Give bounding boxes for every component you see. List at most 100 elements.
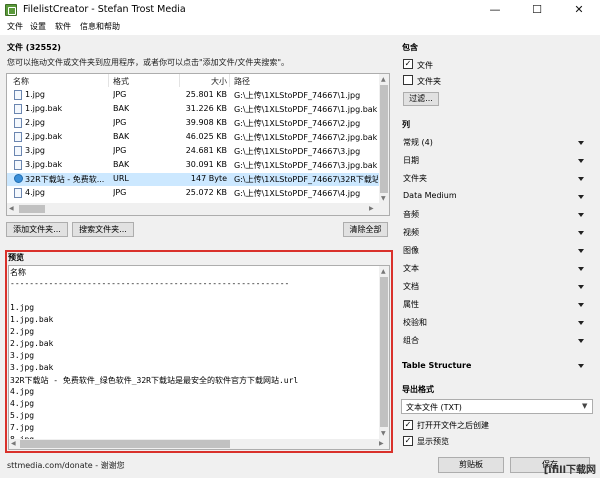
- preview-vertical-scrollbar[interactable]: ▲ ▼: [379, 266, 389, 439]
- expand-arrow-icon[interactable]: [578, 195, 584, 199]
- show-preview-checkbox[interactable]: ✓: [403, 436, 413, 446]
- file-list-header: 名称 格式 大小 路径: [7, 74, 379, 88]
- minimize-button[interactable]: —: [474, 0, 516, 20]
- image-file-icon: [14, 146, 22, 156]
- table-row[interactable]: 32R下载站 - 免费软... URL 147 Byte G:\上传\1XLSt…: [7, 173, 379, 186]
- scroll-right-arrow[interactable]: ▶: [369, 205, 374, 212]
- column-header-path[interactable]: 路径: [234, 76, 250, 87]
- column-group-item[interactable]: 校验和: [403, 317, 427, 328]
- column-group-item[interactable]: 日期: [403, 155, 419, 166]
- include-folders-checkbox[interactable]: [403, 75, 413, 85]
- column-header-size[interactable]: 大小: [211, 76, 227, 87]
- expand-arrow-icon[interactable]: [578, 249, 584, 253]
- cell-size: 39.908 KB: [185, 118, 227, 127]
- cell-path: G:\上传\1XLStoPDF_74667\3.jpg: [234, 147, 361, 156]
- column-group-item[interactable]: 文本: [403, 263, 419, 274]
- expand-arrow-icon[interactable]: [578, 159, 584, 163]
- column-group-item[interactable]: 组合: [403, 335, 419, 346]
- image-file-icon: [14, 188, 22, 198]
- maximize-button[interactable]: ☐: [516, 0, 558, 20]
- file-icon: [14, 160, 22, 170]
- table-row[interactable]: 1.jpg.bak BAK 31.226 KB G:\上传\1XLStoPDF_…: [7, 103, 379, 116]
- expand-arrow-icon[interactable]: [578, 231, 584, 235]
- column-group-item[interactable]: 常规 (4): [403, 137, 433, 148]
- scroll-up-arrow[interactable]: ▲: [381, 76, 386, 83]
- export-format-value: 文本文件 (TXT): [406, 403, 462, 412]
- scroll-left-arrow[interactable]: ◀: [9, 205, 14, 212]
- preview-line: 1.jpg.bak: [10, 315, 54, 324]
- export-format-select[interactable]: 文本文件 (TXT) ▼: [401, 399, 593, 414]
- expand-arrow-icon[interactable]: [578, 321, 584, 325]
- open-after-create-checkbox[interactable]: ✓: [403, 420, 413, 430]
- expand-arrow-icon[interactable]: [578, 285, 584, 289]
- column-group-item[interactable]: 文件夹: [403, 173, 427, 184]
- cell-format: BAK: [113, 160, 130, 169]
- table-row[interactable]: 2.jpg.bak BAK 46.025 KB G:\上传\1XLStoPDF_…: [7, 131, 379, 144]
- column-group-item[interactable]: 文档: [403, 281, 419, 292]
- expand-arrow-icon[interactable]: [578, 339, 584, 343]
- column-divider: [108, 74, 109, 87]
- menu-software[interactable]: 软件: [52, 21, 74, 32]
- cell-path: G:\上传\1XLStoPDF_74667\4.jpg: [234, 189, 361, 198]
- cell-format: BAK: [113, 104, 130, 113]
- scroll-down-arrow[interactable]: ▼: [381, 430, 386, 437]
- expand-arrow-icon[interactable]: [578, 213, 584, 217]
- menu-info-help[interactable]: 信息和帮助: [77, 21, 123, 32]
- include-files-checkbox[interactable]: ✓: [403, 59, 413, 69]
- scroll-up-arrow[interactable]: ▲: [381, 268, 386, 275]
- cell-size: 30.091 KB: [185, 160, 227, 169]
- image-file-icon: [14, 118, 22, 128]
- scroll-thumb[interactable]: [19, 205, 45, 213]
- search-folder-button[interactable]: 搜索文件夹...: [72, 222, 134, 237]
- column-header-format[interactable]: 格式: [113, 76, 129, 87]
- expand-arrow-icon[interactable]: [578, 267, 584, 271]
- expand-arrow-icon[interactable]: [578, 177, 584, 181]
- preview-line: 4.jpg: [10, 387, 35, 396]
- table-row[interactable]: 2.jpg JPG 39.908 KB G:\上传\1XLStoPDF_7466…: [7, 117, 379, 130]
- cell-format: BAK: [113, 132, 130, 141]
- file-list-vertical-scrollbar[interactable]: ▲ ▼: [379, 74, 389, 203]
- expand-arrow-icon[interactable]: [578, 141, 584, 145]
- app-icon: [5, 4, 17, 16]
- table-row[interactable]: 1.jpg JPG 25.801 KB G:\上传\1XLStoPDF_7466…: [7, 89, 379, 102]
- scroll-left-arrow[interactable]: ◀: [11, 440, 16, 447]
- file-list[interactable]: 名称 格式 大小 路径 1.jpg JPG 25.801 KB G:\上传\1X…: [6, 73, 390, 216]
- preview-line: 2.jpg.bak: [10, 339, 54, 348]
- file-list-horizontal-scrollbar[interactable]: ◀ ▶: [7, 203, 389, 215]
- column-header-name[interactable]: 名称: [13, 76, 29, 87]
- column-group-item[interactable]: 图像: [403, 245, 419, 256]
- cell-size: 25.072 KB: [185, 188, 227, 197]
- cell-size: 25.801 KB: [185, 90, 227, 99]
- donate-link[interactable]: sttmedia.com/donate - 谢谢您: [7, 460, 125, 471]
- table-row[interactable]: 3.jpg.bak BAK 30.091 KB G:\上传\1XLStoPDF_…: [7, 159, 379, 172]
- expand-arrow-icon[interactable]: [578, 303, 584, 307]
- add-folder-button[interactable]: 添加文件夹...: [6, 222, 68, 237]
- column-group-item[interactable]: 视频: [403, 227, 419, 238]
- preview-line: ----------------------------------------…: [10, 279, 290, 288]
- table-structure-expand-icon[interactable]: [578, 364, 584, 368]
- include-files-label: 文件: [417, 61, 433, 70]
- preview-horizontal-scrollbar[interactable]: ◀ ▶: [9, 439, 389, 449]
- filter-button[interactable]: 过滤...: [403, 92, 439, 106]
- clipboard-button[interactable]: 剪贴板: [438, 457, 504, 473]
- scroll-thumb[interactable]: [380, 277, 388, 427]
- cell-name: 1.jpg.bak: [25, 104, 63, 113]
- menu-settings[interactable]: 设置: [27, 21, 49, 32]
- column-group-item[interactable]: 属性: [403, 299, 419, 310]
- cell-name: 3.jpg.bak: [25, 160, 63, 169]
- scroll-down-arrow[interactable]: ▼: [381, 195, 386, 202]
- column-group-item[interactable]: 音频: [403, 209, 419, 220]
- columns-heading: 列: [402, 120, 410, 129]
- close-button[interactable]: ✕: [558, 0, 600, 20]
- clear-all-button[interactable]: 清除全部: [343, 222, 388, 237]
- menu-file[interactable]: 文件: [4, 21, 26, 32]
- preview-textbox[interactable]: 名称 --------------------------------------…: [8, 265, 390, 450]
- scroll-thumb[interactable]: [380, 85, 388, 193]
- table-structure-section[interactable]: Table Structure: [402, 361, 471, 370]
- table-row[interactable]: 3.jpg JPG 24.681 KB G:\上传\1XLStoPDF_7466…: [7, 145, 379, 158]
- column-group-item[interactable]: Data Medium: [403, 191, 457, 200]
- table-row[interactable]: 4.jpg JPG 25.072 KB G:\上传\1XLStoPDF_7466…: [7, 187, 379, 200]
- scroll-thumb[interactable]: [20, 440, 230, 448]
- preview-line: 1.jpg: [10, 303, 35, 312]
- scroll-right-arrow[interactable]: ▶: [379, 440, 384, 447]
